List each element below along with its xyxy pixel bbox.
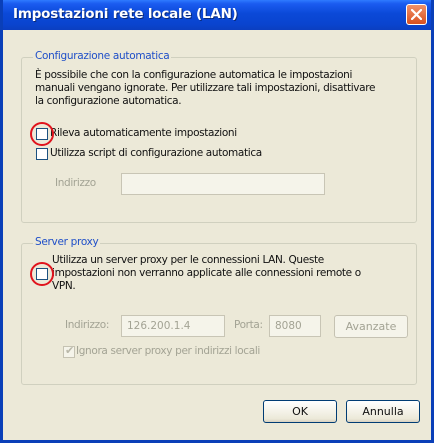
auto-config-legend: Configurazione automatica [33,50,172,62]
ok-button[interactable]: OK [263,400,337,423]
auto-config-description-line: È possibile che con la configurazione au… [35,69,353,81]
bypass-local-checkbox[interactable]: ✔ [63,344,75,358]
proxy-address-input[interactable]: 126.200.1.4 [121,315,225,337]
use-script-label[interactable]: Utilizza script di configurazione automa… [50,147,262,160]
proxy-address-label: Indirizzo: [65,319,110,331]
detect-settings-label[interactable]: Rileva automaticamente impostazioni [50,127,237,140]
bypass-local-label[interactable]: Ignora server proxy per indirizzi locali [76,345,260,358]
title-bar[interactable]: Impostazioni rete locale (LAN) [3,0,431,30]
script-address-input[interactable] [121,173,325,195]
window-title: Impostazioni rete locale (LAN) [13,6,238,22]
proxy-port-label: Porta: [234,319,263,331]
use-proxy-label-line[interactable]: VPN. [52,280,76,293]
script-address-label: Indirizzo [55,177,96,189]
use-script-checkbox[interactable] [36,148,48,160]
close-button[interactable] [406,4,427,25]
checkmark-icon: ✔ [65,344,75,357]
use-proxy-label-line[interactable]: impostazioni non verranno applicate alle… [52,267,361,280]
proxy-legend: Server proxy [33,236,101,248]
auto-config-description-line: manuali vengano ignorate. Per utilizzare… [35,82,376,94]
proxy-port-value: 8080 [275,320,302,332]
cancel-button[interactable]: Annulla [346,400,420,423]
proxy-port-input[interactable]: 8080 [269,315,321,337]
advanced-button[interactable]: Avanzate [334,315,408,338]
lan-settings-dialog: Impostazioni rete locale (LAN) Configura… [0,0,434,443]
use-proxy-label-line[interactable]: Utilizza un server proxy per le connessi… [52,254,324,267]
proxy-address-value: 126.200.1.4 [127,320,191,332]
highlight-ring [30,262,54,286]
highlight-ring [30,122,54,146]
auto-config-description-line: la configurazione automatica. [35,95,182,107]
close-icon [411,9,422,20]
